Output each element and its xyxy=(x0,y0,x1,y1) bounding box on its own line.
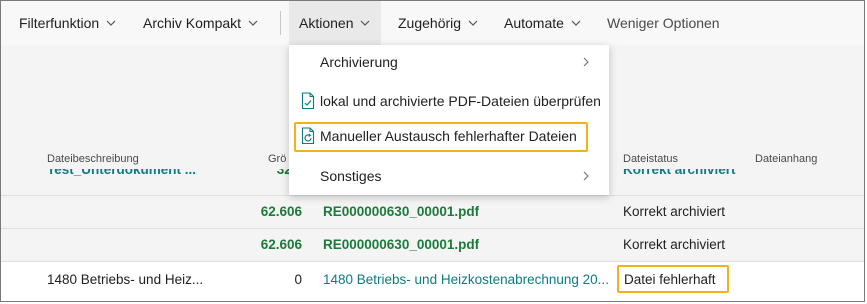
menu-item-archivierung[interactable]: Archivierung xyxy=(289,45,609,79)
document-refresh-icon xyxy=(301,127,315,145)
menu-item-label: lokal und archivierte PDF-Dateien überpr… xyxy=(320,93,601,109)
chevron-down-icon xyxy=(468,20,478,26)
related-label: Zugehörig xyxy=(398,15,462,31)
chevron-right-icon xyxy=(583,57,589,67)
archive-compact-label: Archiv Kompakt xyxy=(143,15,242,31)
row-status: Datei fehlerhaft xyxy=(624,272,716,287)
row-description[interactable]: Test_Unterdokument ... xyxy=(47,169,217,177)
filter-function-menu[interactable]: Filterfunktion xyxy=(19,15,117,31)
table-row[interactable]: 1480 Betriebs- und Heiz... 0 1480 Betrie… xyxy=(1,261,864,301)
filter-function-label: Filterfunktion xyxy=(19,15,100,31)
actions-menu[interactable]: Aktionen xyxy=(289,1,382,45)
automate-menu[interactable]: Automate xyxy=(504,15,582,31)
menu-item-check-pdf[interactable]: lokal und archivierte PDF-Dateien überpr… xyxy=(289,84,609,118)
row-size: 0 xyxy=(294,272,302,287)
column-header-size[interactable]: Grö xyxy=(268,153,286,165)
chevron-down-icon xyxy=(571,20,581,26)
row-status: Korrekt archiviert xyxy=(623,169,736,177)
automate-label: Automate xyxy=(504,15,564,31)
document-check-icon xyxy=(301,92,315,110)
chevron-down-icon xyxy=(106,20,116,26)
actions-label: Aktionen xyxy=(299,15,354,31)
row-status: Korrekt archiviert xyxy=(623,204,726,219)
menu-item-label: Manueller Austausch fehlerhafter Dateien xyxy=(320,128,577,144)
menu-item-sonstiges[interactable]: Sonstiges xyxy=(289,159,609,193)
column-header-description[interactable]: Dateibeschreibung xyxy=(47,153,139,165)
chevron-down-icon xyxy=(361,20,370,26)
chevron-down-icon xyxy=(248,20,258,26)
action-bar: Filterfunktion Archiv Kompakt Aktionen Z… xyxy=(1,1,864,46)
related-menu[interactable]: Zugehörig xyxy=(398,15,479,31)
column-header-status[interactable]: Dateistatus xyxy=(623,153,678,165)
toolbar-divider xyxy=(280,11,281,35)
table-row[interactable]: 62.606 RE000000630_00001.pdf Korrekt arc… xyxy=(1,195,864,228)
menu-item-manual-replace[interactable]: Manueller Austausch fehlerhafter Dateien xyxy=(289,119,609,153)
chevron-right-icon xyxy=(583,171,589,181)
row-size: 62.606 xyxy=(260,237,302,252)
menu-item-label: Sonstiges xyxy=(320,168,382,184)
fewer-options-label: Weniger Optionen xyxy=(607,15,720,31)
row-status: Korrekt archiviert xyxy=(623,237,726,252)
row-description: 1480 Betriebs- und Heiz... xyxy=(47,272,204,287)
archive-compact-menu[interactable]: Archiv Kompakt xyxy=(143,15,259,31)
row-file-link[interactable]: RE000000630_00001.pdf xyxy=(323,237,479,252)
app-window: Filterfunktion Archiv Kompakt Aktionen Z… xyxy=(0,0,865,302)
row-file-link[interactable]: 1480 Betriebs- und Heizkostenabrechnung … xyxy=(323,272,615,287)
menu-item-label: Archivierung xyxy=(320,54,398,70)
actions-dropdown: Archivierung lokal und archivierte PDF-D… xyxy=(289,45,609,195)
table-row[interactable]: 62.606 RE000000630_00001.pdf Korrekt arc… xyxy=(1,228,864,261)
fewer-options-button[interactable]: Weniger Optionen xyxy=(607,15,720,31)
row-size: 62.606 xyxy=(260,204,302,219)
column-header-attachment[interactable]: Dateianhang xyxy=(755,153,817,165)
row-file-link[interactable]: RE000000630_00001.pdf xyxy=(323,204,479,219)
